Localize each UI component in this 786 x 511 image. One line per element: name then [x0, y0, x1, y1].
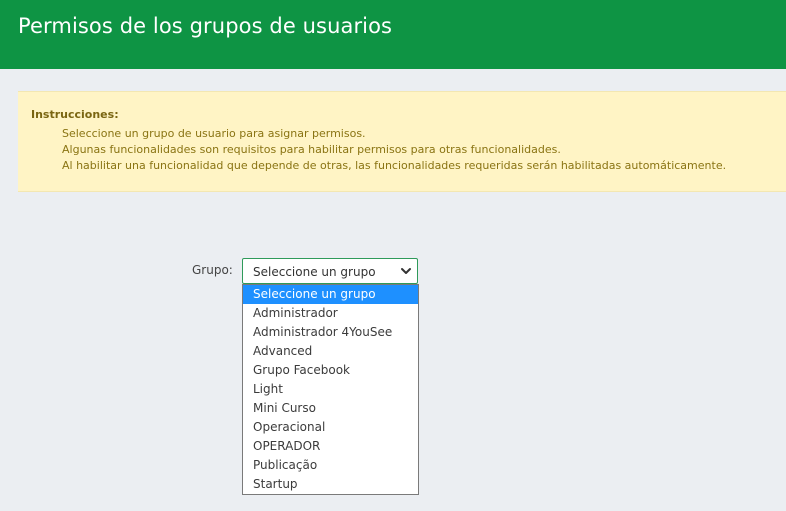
instructions-title: Instrucciones:: [31, 108, 119, 121]
dropdown-option[interactable]: Administrador: [243, 304, 418, 323]
instructions-panel: Instrucciones: Seleccione un grupo de us…: [18, 91, 786, 192]
dropdown-option[interactable]: Advanced: [243, 342, 418, 361]
group-select[interactable]: Seleccione un grupo: [242, 258, 418, 284]
instruction-line: Al habilitar una funcionalidad que depen…: [62, 159, 727, 172]
group-label: Grupo:: [192, 263, 233, 277]
dropdown-option[interactable]: OPERADOR: [243, 437, 418, 456]
page-title: Permisos de los grupos de usuarios: [18, 14, 393, 38]
instruction-line: Algunas funcionalidades son requisitos p…: [62, 143, 561, 156]
dropdown-option[interactable]: Startup: [243, 475, 418, 494]
dropdown-option[interactable]: Administrador 4YouSee: [243, 323, 418, 342]
instruction-line: Seleccione un grupo de usuario para asig…: [62, 127, 366, 140]
dropdown-option[interactable]: Publicação: [243, 456, 418, 475]
group-dropdown-list: Seleccione un grupo Administrador Admini…: [242, 284, 419, 495]
dropdown-option[interactable]: Seleccione un grupo: [243, 285, 418, 304]
dropdown-option[interactable]: Operacional: [243, 418, 418, 437]
dropdown-option[interactable]: Light: [243, 380, 418, 399]
dropdown-option[interactable]: Grupo Facebook: [243, 361, 418, 380]
chevron-down-icon: [401, 268, 411, 274]
group-select-value: Seleccione un grupo: [253, 265, 376, 279]
dropdown-option[interactable]: Mini Curso: [243, 399, 418, 418]
page-header: Permisos de los grupos de usuarios: [0, 0, 786, 69]
